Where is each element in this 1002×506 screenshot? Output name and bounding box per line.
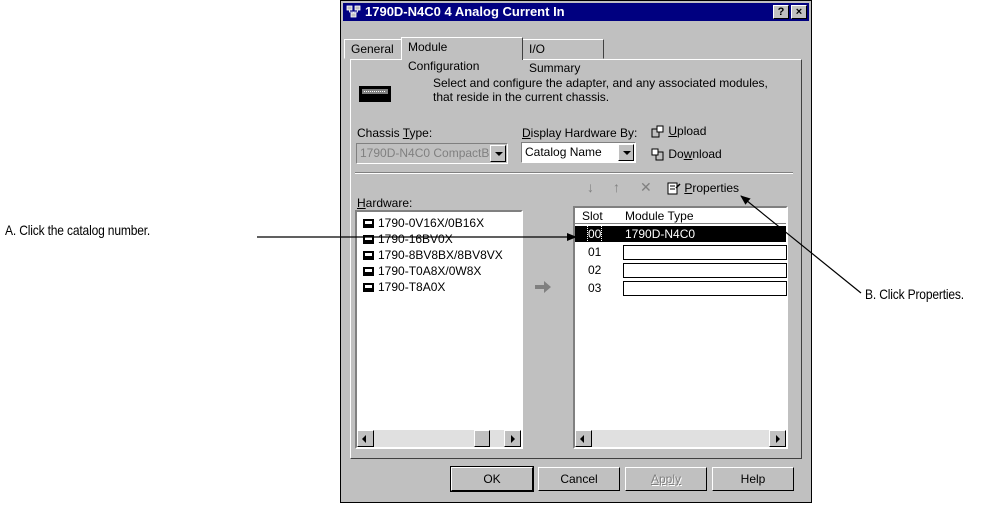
scroll-thumb[interactable] xyxy=(474,430,490,447)
col-slot-header[interactable]: Slot xyxy=(582,208,603,224)
hardware-scrollbar[interactable] xyxy=(357,430,521,447)
chevron-down-icon[interactable] xyxy=(618,144,634,161)
scroll-right-icon[interactable] xyxy=(504,430,521,447)
upload-icon xyxy=(651,125,664,138)
title-bar[interactable]: 1790D-N4C0 4 Analog Current In ? × xyxy=(343,3,809,21)
table-row[interactable]: 00 1790D-N4C0 xyxy=(575,225,786,243)
table-row[interactable]: 02 xyxy=(575,262,787,278)
module-icon xyxy=(363,219,374,229)
download-button[interactable]: Download xyxy=(651,147,722,161)
move-down-icon[interactable]: ↓ xyxy=(587,179,594,195)
intro-line-2: that reside in the current chassis. xyxy=(433,90,610,104)
apply-button[interactable]: Apply xyxy=(625,467,707,491)
module-type-field[interactable] xyxy=(623,263,787,278)
list-item[interactable]: 1790-T0A8X/0W8X xyxy=(363,263,481,279)
intro-line-1: Select and configure the adapter, and an… xyxy=(433,76,768,90)
hardware-label: Hardware: xyxy=(357,196,413,210)
properties-icon xyxy=(667,182,681,195)
tab-io-summary[interactable]: I/O Summary xyxy=(522,39,604,75)
display-hardware-label: Display Hardware By: xyxy=(522,126,638,140)
help-title-button[interactable]: ? xyxy=(773,5,789,19)
window-title: 1790D-N4C0 4 Analog Current In xyxy=(365,4,565,19)
chassis-icon xyxy=(359,86,391,102)
tab-module-configuration[interactable]: Module Configuration xyxy=(401,37,523,73)
hardware-list[interactable]: 1790-0V16X/0B16X 1790-16BV0X 1790-8BV8BX… xyxy=(355,210,523,449)
help-button[interactable]: Help xyxy=(712,467,794,491)
chassis-type-select[interactable]: 1790D-N4C0 CompactB xyxy=(356,143,508,164)
scroll-right-icon[interactable] xyxy=(769,430,786,447)
display-hardware-select[interactable]: Catalog Name xyxy=(521,142,636,163)
scroll-left-icon[interactable] xyxy=(357,430,374,447)
properties-button[interactable]: Properties xyxy=(667,181,739,195)
module-icon xyxy=(363,283,374,293)
delete-icon[interactable]: ✕ xyxy=(640,179,652,196)
close-button[interactable]: × xyxy=(791,5,807,19)
dialog-window: 1790D-N4C0 4 Analog Current In ? × Gener… xyxy=(340,0,812,503)
callout-a: A. Click the catalog number. xyxy=(5,222,151,238)
list-item[interactable]: 1790-T8A0X xyxy=(363,279,445,295)
slot-scrollbar[interactable] xyxy=(575,430,786,447)
module-icon xyxy=(363,251,374,261)
list-item[interactable]: 1790-16BV0X xyxy=(363,231,453,247)
upload-button[interactable]: Upload xyxy=(651,124,706,138)
table-row[interactable]: 03 xyxy=(575,280,787,296)
cancel-button[interactable]: Cancel xyxy=(538,467,620,491)
tab-general[interactable]: General xyxy=(344,39,402,59)
network-icon xyxy=(346,5,361,18)
scroll-left-icon[interactable] xyxy=(575,430,592,447)
module-icon xyxy=(363,267,374,277)
module-type-field[interactable] xyxy=(623,245,787,260)
move-up-icon[interactable]: ↑ xyxy=(613,179,620,195)
table-header: Slot Module Type xyxy=(575,208,786,224)
col-module-type-header[interactable]: Module Type xyxy=(625,208,694,224)
module-icon xyxy=(363,235,374,245)
ok-button[interactable]: OK xyxy=(450,466,534,492)
chassis-type-label: Chassis Type: xyxy=(357,126,433,140)
chevron-down-icon[interactable] xyxy=(490,145,506,162)
download-icon xyxy=(651,148,664,161)
separator xyxy=(355,172,793,174)
module-type-field[interactable] xyxy=(623,281,787,296)
list-item[interactable]: 1790-8BV8BX/8BV8VX xyxy=(363,247,503,263)
add-arrow-icon[interactable] xyxy=(534,281,552,293)
list-item[interactable]: 1790-0V16X/0B16X xyxy=(363,215,484,231)
slot-table[interactable]: Slot Module Type 00 1790D-N4C0 01 02 03 xyxy=(573,206,788,449)
table-row[interactable]: 01 xyxy=(575,244,787,260)
callout-b: B. Click Properties. xyxy=(865,286,964,302)
